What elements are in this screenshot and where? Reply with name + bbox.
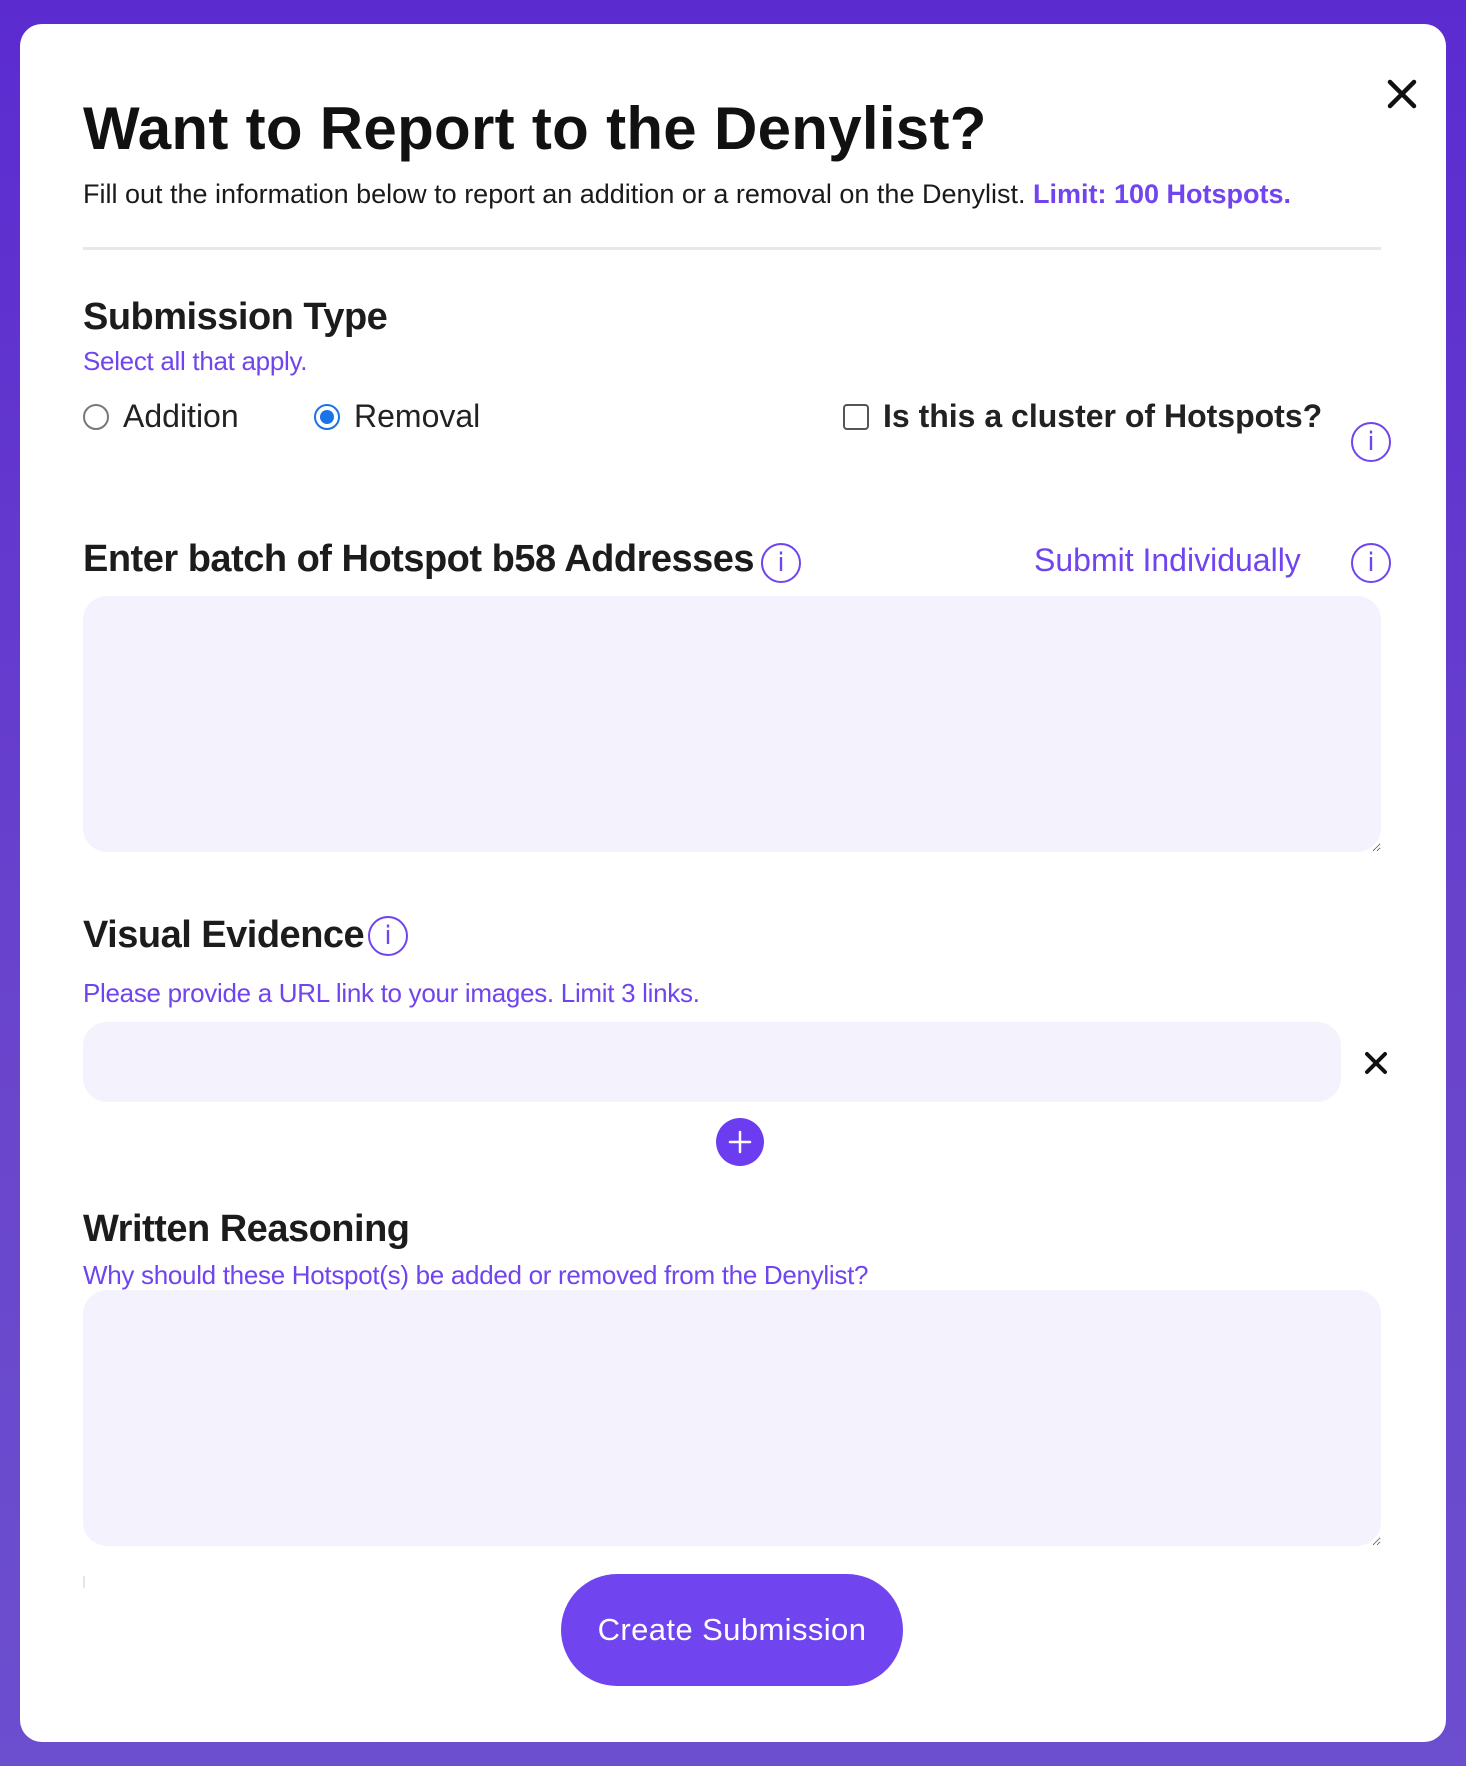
cluster-info-icon[interactable]: i [1351, 422, 1391, 462]
modal-title: Want to Report to the Denylist? [83, 95, 987, 162]
written-reasoning-hint: Why should these Hotspot(s) be added or … [83, 1260, 869, 1290]
remove-url-button[interactable] [1356, 1043, 1396, 1083]
submission-type-heading: Submission Type [83, 296, 388, 338]
addresses-textarea[interactable] [83, 596, 1381, 852]
visual-evidence-info-icon[interactable]: i [368, 916, 408, 956]
submit-individually-info-icon[interactable]: i [1351, 543, 1391, 583]
visual-evidence-hint: Please provide a URL link to your images… [83, 978, 700, 1008]
add-url-button[interactable] [716, 1118, 764, 1166]
addition-radio[interactable] [83, 403, 109, 430]
hotspot-limit-text: Limit: 100 Hotspots. [1033, 179, 1292, 209]
submit-individually-link[interactable]: Submit Individually [1034, 542, 1301, 579]
addition-radio-option[interactable]: Addition [83, 398, 239, 435]
report-modal: Want to Report to the Denylist? Fill out… [20, 24, 1446, 1742]
written-reasoning-heading: Written Reasoning [83, 1208, 410, 1250]
plus-icon [728, 1130, 752, 1154]
divider-mark [83, 1576, 85, 1588]
subtitle-text: Fill out the information below to report… [83, 179, 1026, 209]
close-modal-button[interactable] [1372, 64, 1432, 124]
modal-subtitle: Fill out the information below to report… [83, 179, 1291, 210]
visual-evidence-heading: Visual Evidence [83, 914, 365, 956]
reasoning-textarea[interactable] [83, 1290, 1381, 1546]
close-icon [1365, 1052, 1387, 1074]
addition-label: Addition [123, 398, 239, 434]
cluster-checkbox[interactable] [843, 403, 869, 430]
submission-type-hint: Select all that apply. [83, 346, 308, 376]
cluster-label: Is this a cluster of Hotspots? [883, 398, 1323, 434]
removal-radio[interactable] [314, 403, 340, 430]
removal-label: Removal [354, 398, 481, 434]
evidence-url-input[interactable] [83, 1022, 1341, 1102]
create-submission-button[interactable]: Create Submission [561, 1574, 903, 1686]
addresses-info-icon[interactable]: i [761, 543, 801, 583]
close-icon [1387, 79, 1417, 109]
divider [83, 247, 1381, 250]
cluster-checkbox-option[interactable]: Is this a cluster of Hotspots? [843, 398, 1322, 435]
addresses-heading: Enter batch of Hotspot b58 Addresses [83, 538, 755, 580]
removal-radio-option[interactable]: Removal [314, 398, 480, 435]
